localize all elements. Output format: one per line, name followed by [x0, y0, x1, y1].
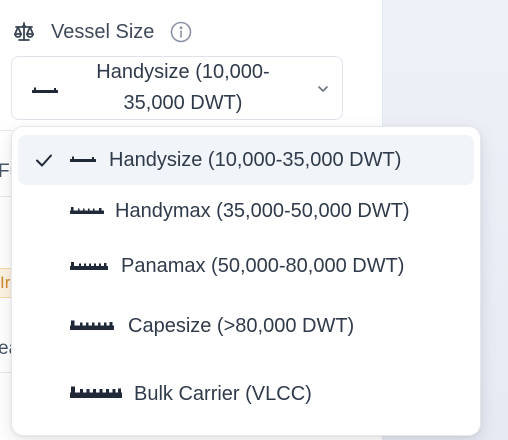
option-label: Bulk Carrier (VLCC)	[134, 383, 312, 405]
option-handymax[interactable]: Handymax (35,000-50,000 DWT)	[18, 186, 474, 236]
vessel-size-dropdown: Handysize (10,000-35,000 DWT) Handymax (…	[11, 126, 481, 436]
vessel-size-label: Vessel Size	[51, 20, 155, 43]
option-handysize[interactable]: Handysize (10,000-35,000 DWT)	[18, 135, 474, 185]
option-label: Handysize (10,000-35,000 DWT)	[109, 149, 402, 171]
scale-icon	[14, 22, 34, 41]
ship-icon	[70, 262, 108, 270]
ship-icon	[70, 320, 114, 330]
vessel-size-label-row: Vessel Size	[12, 18, 192, 46]
background-divider	[0, 130, 12, 131]
selected-value: Handysize (10,000-35,000 DWT)	[96, 61, 270, 114]
option-capesize[interactable]: Capesize (>80,000 DWT)	[18, 301, 474, 351]
option-label: Capesize (>80,000 DWT)	[128, 315, 355, 337]
vessel-size-select[interactable]: Handysize (10,000-35,000 DWT)	[11, 56, 343, 120]
info-icon[interactable]	[170, 21, 192, 43]
ship-icon	[70, 156, 96, 162]
option-label: Panamax (50,000-80,000 DWT)	[121, 255, 405, 277]
ship-icon	[70, 207, 104, 214]
checkmark-icon	[36, 154, 52, 167]
option-label: Handymax (35,000-50,000 DWT)	[115, 200, 410, 222]
ship-icon	[32, 87, 58, 93]
option-bulk-carrier[interactable]: Bulk Carrier (VLCC)	[18, 369, 474, 419]
option-panamax[interactable]: Panamax (50,000-80,000 DWT)	[18, 241, 474, 291]
chevron-down-icon[interactable]	[314, 80, 332, 98]
ship-icon	[70, 386, 122, 398]
